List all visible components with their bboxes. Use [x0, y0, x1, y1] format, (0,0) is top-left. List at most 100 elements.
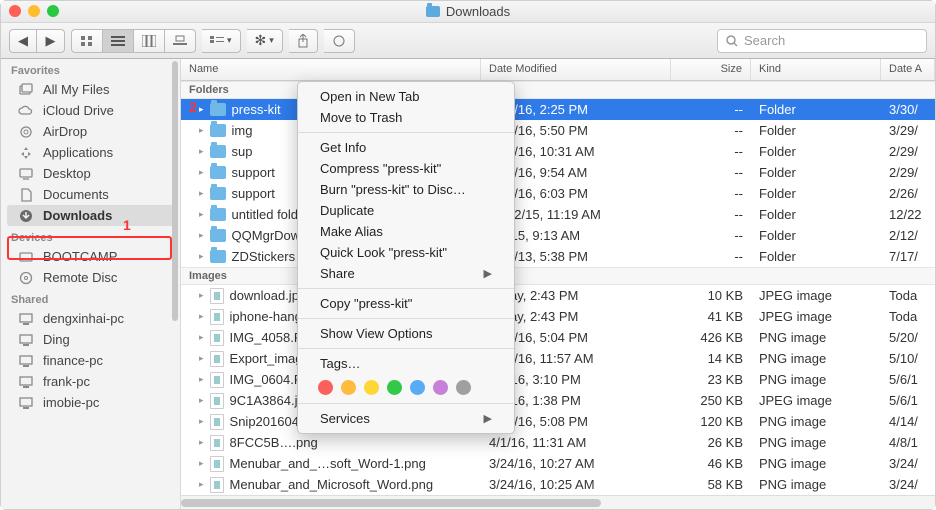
sidebar-item-label: Desktop [43, 166, 91, 181]
file-kind: PNG image [751, 351, 881, 366]
table-row[interactable]: ▸support 3/24/16, 9:54 AM -- Folder 2/29… [181, 162, 935, 183]
col-date-added[interactable]: Date A [881, 59, 935, 80]
file-size: -- [671, 165, 751, 180]
table-row[interactable]: ▸8FCC5B….png 4/1/16, 11:31 AM 26 KB PNG … [181, 432, 935, 453]
sidebar-scrollbar[interactable] [172, 61, 178, 321]
sidebar-item-airdrop[interactable]: AirDrop [1, 121, 180, 142]
col-kind[interactable]: Kind [751, 59, 881, 80]
sidebar-item-icloud-drive[interactable]: iCloud Drive [1, 100, 180, 121]
menu-item-label: Get Info [320, 140, 366, 155]
image-icon [210, 330, 224, 346]
menu-item[interactable]: Get Info [298, 137, 514, 158]
menu-item-label: Services [320, 411, 370, 426]
share-button[interactable] [289, 29, 318, 53]
table-row[interactable]: ▸download.jpeg Today, 2:43 PM 10 KB JPEG… [181, 285, 935, 306]
file-date-added: 4/14/ [881, 414, 935, 429]
menu-item[interactable]: Open in New Tab [298, 86, 514, 107]
menu-item-label: Compress "press-kit" [320, 161, 441, 176]
pc-icon [17, 396, 35, 410]
coverflow-view-button[interactable] [165, 29, 196, 53]
tag-color[interactable] [318, 380, 333, 395]
menu-item[interactable]: Duplicate [298, 200, 514, 221]
back-button[interactable]: ◀ [9, 29, 37, 53]
arrange-button[interactable]: ▾ [202, 29, 241, 53]
menu-item[interactable]: Services▶ [298, 408, 514, 429]
file-kind: PNG image [751, 330, 881, 345]
sidebar-item-ding[interactable]: Ding [1, 329, 180, 350]
list-view-button[interactable] [103, 29, 134, 53]
close-icon[interactable] [9, 5, 21, 17]
menu-item-label: Duplicate [320, 203, 374, 218]
image-icon [210, 414, 224, 430]
table-row[interactable]: ▸QQMgrDownload 5/7/15, 9:13 AM -- Folder… [181, 225, 935, 246]
menu-item[interactable]: Show View Options [298, 323, 514, 344]
sidebar-item-label: Documents [43, 187, 109, 202]
tag-color[interactable] [456, 380, 471, 395]
tag-color[interactable] [341, 380, 356, 395]
pc-icon [17, 312, 35, 326]
tag-color[interactable] [410, 380, 425, 395]
menu-item[interactable]: Copy "press-kit" [298, 293, 514, 314]
tag-color[interactable] [364, 380, 379, 395]
sidebar: FavoritesAll My FilesiCloud DriveAirDrop… [1, 59, 181, 509]
disc-icon [17, 271, 35, 285]
sidebar-section-header: Shared [1, 288, 180, 308]
table-row[interactable]: ▸9C1A3864.jpg 5/6/16, 1:38 PM 250 KB JPE… [181, 390, 935, 411]
table-row[interactable]: ▸untitled folder 12/22/15, 11:19 AM -- F… [181, 204, 935, 225]
file-size: 46 KB [671, 456, 751, 471]
menu-item-label: Open in New Tab [320, 89, 420, 104]
sidebar-item-bootcamp[interactable]: BOOTCAMP [1, 246, 180, 267]
sidebar-item-finance-pc[interactable]: finance-pc [1, 350, 180, 371]
table-row[interactable]: ▸img 3/29/16, 5:50 PM -- Folder 3/29/ [181, 120, 935, 141]
table-row[interactable]: ▸IMG_4058.PNG 5/20/16, 5:04 PM 426 KB PN… [181, 327, 935, 348]
sidebar-item-documents[interactable]: Documents [1, 184, 180, 205]
table-row[interactable]: ▸Menubar_and_Microsoft_Word.png 3/24/16,… [181, 474, 935, 495]
table-row[interactable]: ▸Export_image.png 5/10/16, 11:57 AM 14 K… [181, 348, 935, 369]
menu-item[interactable]: Tags… [298, 353, 514, 374]
table-row[interactable]: ▸iphone-hangs.jpg Today, 2:43 PM 41 KB J… [181, 306, 935, 327]
icon-view-button[interactable] [71, 29, 103, 53]
file-date: 3/24/16, 10:27 AM [481, 456, 671, 471]
menu-item[interactable]: Share▶ [298, 263, 514, 284]
pc-icon [17, 354, 35, 368]
file-date-added: 5/10/ [881, 351, 935, 366]
minimize-icon[interactable] [28, 5, 40, 17]
search-field[interactable]: Search [717, 29, 927, 53]
sidebar-item-downloads[interactable]: Downloads [7, 205, 174, 226]
menu-item[interactable]: Make Alias [298, 221, 514, 242]
menu-item[interactable]: Burn "press-kit" to Disc… [298, 179, 514, 200]
table-row[interactable]: ▸IMG_0604.PNG 5/6/16, 3:10 PM 23 KB PNG … [181, 369, 935, 390]
menu-item[interactable]: Quick Look "press-kit" [298, 242, 514, 263]
tag-color[interactable] [387, 380, 402, 395]
file-list: Name Date Modified Size Kind Date A Fold… [181, 59, 935, 509]
table-row[interactable]: ▸Menubar_and_…soft_Word-1.png 3/24/16, 1… [181, 453, 935, 474]
sidebar-item-label: frank-pc [43, 374, 90, 389]
menu-item[interactable]: Compress "press-kit" [298, 158, 514, 179]
tag-color[interactable] [433, 380, 448, 395]
group-header: Folders [181, 81, 935, 99]
col-name[interactable]: Name [181, 59, 481, 80]
zoom-icon[interactable] [47, 5, 59, 17]
file-size: -- [671, 102, 751, 117]
col-size[interactable]: Size [671, 59, 751, 80]
col-date[interactable]: Date Modified [481, 59, 671, 80]
table-row[interactable]: ▸Snip20160414_3.png 4/14/16, 5:08 PM 120… [181, 411, 935, 432]
table-row[interactable]: ▸sup 3/29/16, 10:31 AM -- Folder 2/29/ [181, 141, 935, 162]
table-row[interactable]: ▸ZDStickers 7/17/13, 5:38 PM -- Folder 7… [181, 246, 935, 267]
sidebar-item-desktop[interactable]: Desktop [1, 163, 180, 184]
sidebar-item-frank-pc[interactable]: frank-pc [1, 371, 180, 392]
action-button[interactable]: ✻▾ [247, 29, 283, 53]
sidebar-item-remote-disc[interactable]: Remote Disc [1, 267, 180, 288]
sidebar-item-imobie-pc[interactable]: imobie-pc [1, 392, 180, 413]
column-view-button[interactable] [134, 29, 165, 53]
table-row[interactable]: ▸support 3/16/16, 6:03 PM -- Folder 2/26… [181, 183, 935, 204]
sidebar-item-all-my-files[interactable]: All My Files [1, 79, 180, 100]
forward-button[interactable]: ▶ [37, 29, 65, 53]
menu-item[interactable]: Move to Trash [298, 107, 514, 128]
tags-button[interactable] [324, 29, 355, 53]
sidebar-item-dengxinhai-pc[interactable]: dengxinhai-pc [1, 308, 180, 329]
table-row[interactable]: ▸press-kit 3/30/16, 2:25 PM -- Folder 3/… [181, 99, 935, 120]
file-size: -- [671, 228, 751, 243]
sidebar-item-applications[interactable]: Applications [1, 142, 180, 163]
horizontal-scrollbar[interactable] [181, 495, 935, 509]
